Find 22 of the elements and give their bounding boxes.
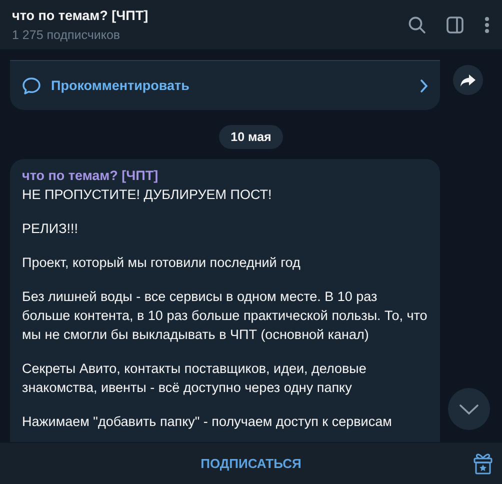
message-author: что по темам? [ЧПТ] (22, 168, 160, 183)
sidebar-toggle-icon[interactable] (446, 16, 464, 34)
chevron-right-icon[interactable] (420, 78, 428, 92)
message-paragraph: РЕЛИЗ!!! (22, 220, 79, 238)
message-paragraph: Секреты Авито, контакты поставщиков, идеи, деловые знакомства, ивенты - всё доступно через одну папку (22, 360, 368, 397)
more-icon[interactable] (484, 16, 490, 34)
comment-link[interactable]: Прокомментировать (51, 78, 410, 93)
share-icon (460, 74, 476, 86)
message-paragraph: НЕ ПРОПУСТИТЕ! ДУБЛИРУЕМ ПОСТ! (22, 186, 273, 204)
message-paragraph: Проект, который мы готовили последний год (22, 254, 302, 272)
subscribe-button[interactable]: ПОДПИСАТЬСЯ (0, 443, 502, 484)
comment-icon (22, 76, 41, 94)
message-paragraph: Без лишней воды - все сервисы в одном месте. В 10 раз больше контента, в 10 раз больше практической пользы. То, что мы не смогли бы выкладывать в ЧПТ (основной канал) (22, 288, 428, 344)
date-separator: 10 мая (218, 125, 284, 149)
search-icon[interactable] (408, 16, 426, 34)
gift-icon[interactable] (473, 453, 493, 475)
channel-title: что по темам? [ЧПТ] (12, 8, 150, 22)
message-paragraph: Нажимаем "добавить папку" - получаем доступ к сервисам (22, 413, 393, 431)
share-button[interactable] (453, 65, 483, 95)
chevron-down-icon (459, 404, 479, 414)
subscriber-count: 1 275 подписчиков (12, 28, 122, 42)
scroll-down-button[interactable] (448, 388, 490, 430)
